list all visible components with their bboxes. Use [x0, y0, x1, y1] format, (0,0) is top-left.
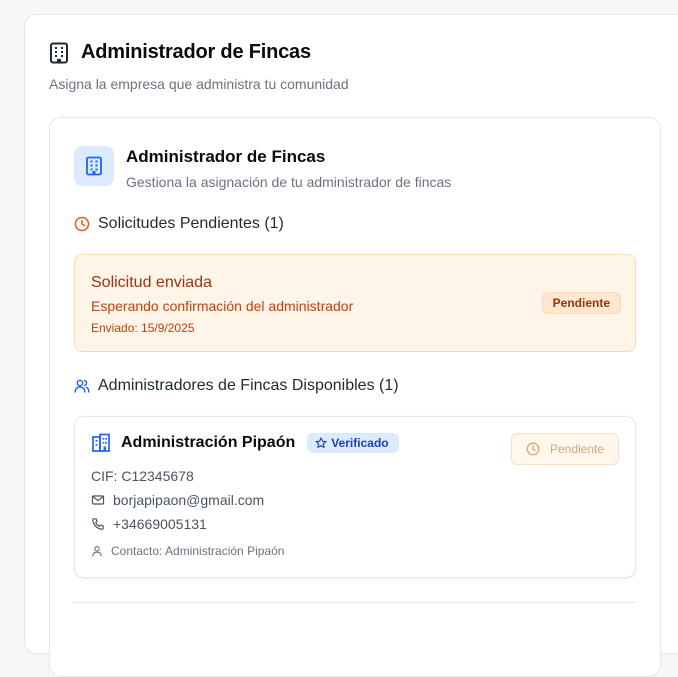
building-icon [85, 156, 103, 176]
pending-request-item: Solicitud enviada Esperando confirmación… [74, 254, 636, 352]
verified-badge: Verificado [307, 433, 399, 453]
pending-requests-label: Solicitudes Pendientes (1) [98, 215, 284, 232]
admin-fincas-panel: Administrador de Fincas Asigna la empres… [24, 14, 678, 677]
card-icon-box [74, 146, 114, 186]
admin-contact-row: Contacto: Administración Pipaón [91, 544, 284, 558]
user-icon [91, 545, 103, 557]
building-icon [49, 42, 69, 64]
phone-icon [91, 517, 105, 531]
status-badge: Pendiente [541, 292, 621, 314]
card-subtitle: Gestiona la asignación de tu administrad… [126, 174, 452, 190]
section-divider [74, 602, 636, 603]
admin-email: borjapipaon@gmail.com [113, 492, 265, 508]
star-icon [315, 437, 327, 449]
admin-phone: +34669005131 [113, 516, 207, 532]
mail-icon [91, 493, 105, 507]
request-date: Enviado: 15/9/2025 [91, 321, 195, 335]
verified-label: Verificado [331, 436, 389, 450]
admin-card: Administración Pipaón Verificado Pendien… [74, 416, 636, 578]
panel-header: Administrador de Fincas [49, 41, 311, 64]
panel-title: Administrador de Fincas [81, 41, 311, 63]
building-icon [91, 433, 111, 453]
admin-contact: Contacto: Administración Pipaón [111, 544, 285, 558]
card-title: Administrador de Fincas [126, 147, 326, 166]
admin-email-row: borjapipaon@gmail.com [91, 492, 264, 508]
admin-name: Administración Pipaón [121, 434, 296, 451]
request-description: Esperando confirmación del administrador [91, 298, 354, 314]
panel-subtitle: Asigna la empresa que administra tu comu… [49, 76, 349, 92]
clock-icon [526, 442, 540, 456]
admin-card-header: Administración Pipaón Verificado [91, 433, 399, 453]
pending-button-label: Pendiente [549, 442, 605, 456]
pending-button[interactable]: Pendiente [511, 433, 619, 465]
request-title: Solicitud enviada [91, 274, 212, 291]
admin-phone-row: +34669005131 [91, 516, 207, 532]
admin-cif: CIF: C12345678 [91, 468, 194, 484]
available-admins-heading: Administradores de Fincas Disponibles (1… [74, 377, 399, 395]
available-admins-label: Administradores de Fincas Disponibles (1… [98, 377, 399, 394]
clock-icon [74, 216, 90, 232]
users-icon [74, 378, 90, 394]
admin-management-card: Administrador de Fincas Gestiona la asig… [49, 117, 661, 677]
pending-requests-heading: Solicitudes Pendientes (1) [74, 215, 284, 233]
